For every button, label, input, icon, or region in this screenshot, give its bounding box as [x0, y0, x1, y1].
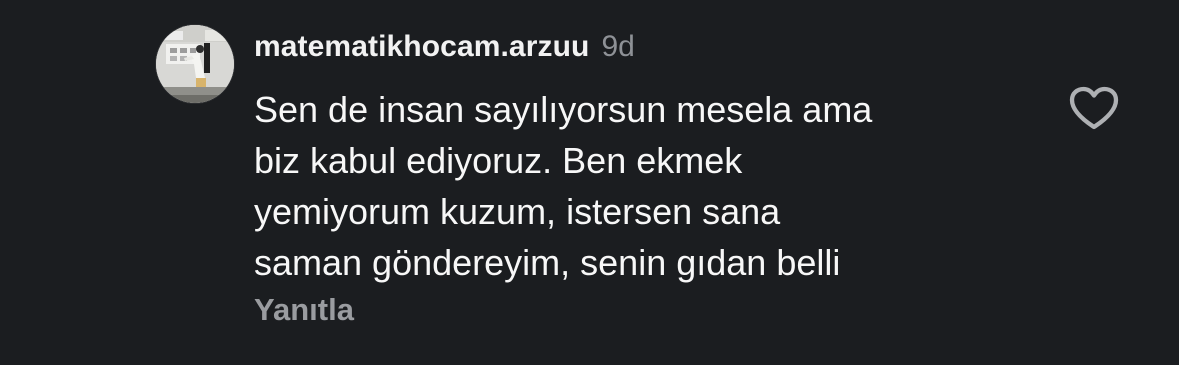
like-button[interactable] [1068, 86, 1120, 132]
reply-button[interactable]: Yanıtla [254, 292, 354, 328]
timestamp: 9d [601, 30, 635, 63]
avatar[interactable] [156, 25, 234, 103]
heart-outline-icon [1069, 86, 1119, 130]
avatar-photo [156, 25, 234, 103]
comment-header: matematikhocam.arzuu 9d [254, 30, 635, 70]
comment-text: Sen de insan sayılıyorsun mesela ama biz… [254, 89, 873, 283]
username[interactable]: matematikhocam.arzuu [254, 30, 589, 64]
comment-item: matematikhocam.arzuu 9d Sen de insan say… [0, 0, 1179, 365]
